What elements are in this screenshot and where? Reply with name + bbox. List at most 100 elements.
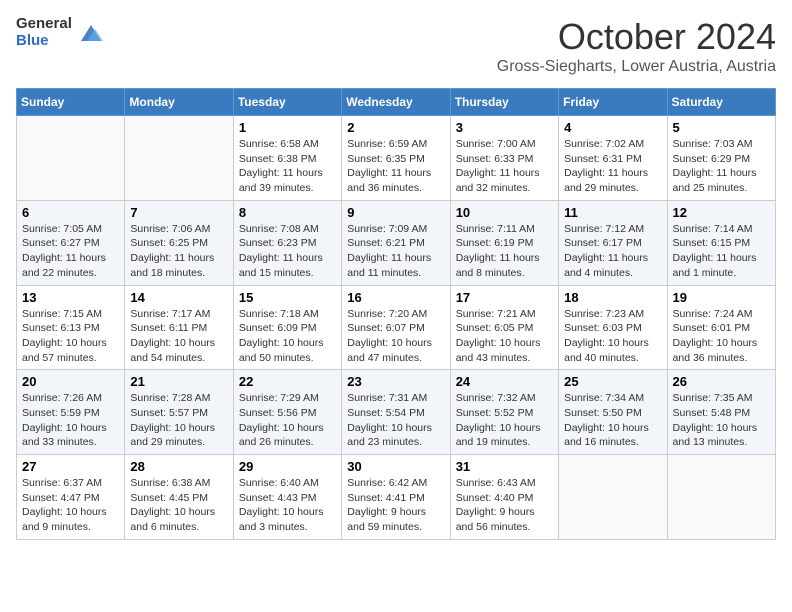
calendar-cell: 31 Sunrise: 6:43 AM Sunset: 4:40 PM Dayli… bbox=[450, 455, 558, 540]
day-info: Sunrise: 7:32 AM Sunset: 5:52 PM Dayligh… bbox=[456, 391, 553, 450]
day-info: Sunrise: 6:42 AM Sunset: 4:41 PM Dayligh… bbox=[347, 476, 444, 535]
calendar-cell: 21 Sunrise: 7:28 AM Sunset: 5:57 PM Dayli… bbox=[125, 370, 233, 455]
day-info: Sunrise: 6:38 AM Sunset: 4:45 PM Dayligh… bbox=[130, 476, 227, 535]
day-number: 27 bbox=[22, 459, 119, 474]
calendar-cell: 4 Sunrise: 7:02 AM Sunset: 6:31 PM Daylig… bbox=[559, 116, 667, 201]
weekday-header: Friday bbox=[559, 89, 667, 116]
calendar-week-row: 13 Sunrise: 7:15 AM Sunset: 6:13 PM Dayli… bbox=[17, 285, 776, 370]
day-number: 21 bbox=[130, 374, 227, 389]
weekday-header: Saturday bbox=[667, 89, 775, 116]
day-info: Sunrise: 7:17 AM Sunset: 6:11 PM Dayligh… bbox=[130, 307, 227, 366]
calendar-cell: 11 Sunrise: 7:12 AM Sunset: 6:17 PM Dayli… bbox=[559, 200, 667, 285]
calendar-cell: 8 Sunrise: 7:08 AM Sunset: 6:23 PM Daylig… bbox=[233, 200, 341, 285]
day-number: 14 bbox=[130, 290, 227, 305]
weekday-header: Thursday bbox=[450, 89, 558, 116]
calendar-cell: 7Sunrise: 7:06 AM Sunset: 6:25 PM Daylig… bbox=[125, 200, 233, 285]
day-info: Sunrise: 7:00 AM Sunset: 6:33 PM Dayligh… bbox=[456, 137, 553, 196]
calendar-week-row: 1 Sunrise: 6:58 AM Sunset: 6:38 PM Daylig… bbox=[17, 116, 776, 201]
weekday-header: Monday bbox=[125, 89, 233, 116]
day-info: Sunrise: 7:09 AM Sunset: 6:21 PM Dayligh… bbox=[347, 222, 444, 281]
calendar-cell bbox=[667, 455, 775, 540]
weekday-header: Wednesday bbox=[342, 89, 450, 116]
day-number: 16 bbox=[347, 290, 444, 305]
calendar-cell: 15Sunrise: 7:18 AM Sunset: 6:09 PM Dayli… bbox=[233, 285, 341, 370]
day-info: Sunrise: 6:58 AM Sunset: 6:38 PM Dayligh… bbox=[239, 137, 336, 196]
calendar-cell: 13 Sunrise: 7:15 AM Sunset: 6:13 PM Dayli… bbox=[17, 285, 125, 370]
day-info: Sunrise: 7:11 AM Sunset: 6:19 PM Dayligh… bbox=[456, 222, 553, 281]
day-number: 6 bbox=[22, 205, 119, 220]
day-number: 11 bbox=[564, 205, 661, 220]
day-number: 29 bbox=[239, 459, 336, 474]
day-number: 15 bbox=[239, 290, 336, 305]
day-number: 12 bbox=[673, 205, 770, 220]
day-number: 31 bbox=[456, 459, 553, 474]
day-info: Sunrise: 7:28 AM Sunset: 5:57 PM Dayligh… bbox=[130, 391, 227, 450]
calendar-cell: 17Sunrise: 7:21 AM Sunset: 6:05 PM Dayli… bbox=[450, 285, 558, 370]
day-info: Sunrise: 7:12 AM Sunset: 6:17 PM Dayligh… bbox=[564, 222, 661, 281]
calendar-cell bbox=[17, 116, 125, 201]
day-info: Sunrise: 7:34 AM Sunset: 5:50 PM Dayligh… bbox=[564, 391, 661, 450]
calendar-week-row: 6 Sunrise: 7:05 AM Sunset: 6:27 PM Daylig… bbox=[17, 200, 776, 285]
day-number: 23 bbox=[347, 374, 444, 389]
calendar-cell: 26 Sunrise: 7:35 AM Sunset: 5:48 PM Dayli… bbox=[667, 370, 775, 455]
day-number: 28 bbox=[130, 459, 227, 474]
calendar-table: SundayMondayTuesdayWednesdayThursdayFrid… bbox=[16, 88, 776, 540]
day-number: 4 bbox=[564, 120, 661, 135]
day-info: Sunrise: 6:40 AM Sunset: 4:43 PM Dayligh… bbox=[239, 476, 336, 535]
day-number: 13 bbox=[22, 290, 119, 305]
day-info: Sunrise: 7:31 AM Sunset: 5:54 PM Dayligh… bbox=[347, 391, 444, 450]
calendar-week-row: 27Sunrise: 6:37 AM Sunset: 4:47 PM Dayli… bbox=[17, 455, 776, 540]
logo-general-text: General bbox=[16, 16, 72, 33]
day-info: Sunrise: 7:08 AM Sunset: 6:23 PM Dayligh… bbox=[239, 222, 336, 281]
day-info: Sunrise: 6:43 AM Sunset: 4:40 PM Dayligh… bbox=[456, 476, 553, 535]
month-title: October 2024 bbox=[497, 16, 776, 58]
calendar-cell: 24 Sunrise: 7:32 AM Sunset: 5:52 PM Dayli… bbox=[450, 370, 558, 455]
day-info: Sunrise: 7:26 AM Sunset: 5:59 PM Dayligh… bbox=[22, 391, 119, 450]
calendar-cell: 25 Sunrise: 7:34 AM Sunset: 5:50 PM Dayli… bbox=[559, 370, 667, 455]
location-title: Gross-Siegharts, Lower Austria, Austria bbox=[497, 58, 776, 76]
calendar-cell: 10 Sunrise: 7:11 AM Sunset: 6:19 PM Dayli… bbox=[450, 200, 558, 285]
day-number: 8 bbox=[239, 205, 336, 220]
calendar-cell: 16Sunrise: 7:20 AM Sunset: 6:07 PM Dayli… bbox=[342, 285, 450, 370]
day-number: 22 bbox=[239, 374, 336, 389]
calendar-cell bbox=[125, 116, 233, 201]
calendar-cell: 29 Sunrise: 6:40 AM Sunset: 4:43 PM Dayli… bbox=[233, 455, 341, 540]
day-info: Sunrise: 7:23 AM Sunset: 6:03 PM Dayligh… bbox=[564, 307, 661, 366]
calendar-cell bbox=[559, 455, 667, 540]
day-number: 9 bbox=[347, 205, 444, 220]
day-info: Sunrise: 7:35 AM Sunset: 5:48 PM Dayligh… bbox=[673, 391, 770, 450]
day-info: Sunrise: 7:29 AM Sunset: 5:56 PM Dayligh… bbox=[239, 391, 336, 450]
day-info: Sunrise: 7:05 AM Sunset: 6:27 PM Dayligh… bbox=[22, 222, 119, 281]
weekday-header: Tuesday bbox=[233, 89, 341, 116]
day-number: 19 bbox=[673, 290, 770, 305]
calendar-week-row: 20 Sunrise: 7:26 AM Sunset: 5:59 PM Dayli… bbox=[17, 370, 776, 455]
day-number: 10 bbox=[456, 205, 553, 220]
day-number: 5 bbox=[673, 120, 770, 135]
day-info: Sunrise: 6:59 AM Sunset: 6:35 PM Dayligh… bbox=[347, 137, 444, 196]
calendar-cell: 27Sunrise: 6:37 AM Sunset: 4:47 PM Dayli… bbox=[17, 455, 125, 540]
calendar-cell: 23 Sunrise: 7:31 AM Sunset: 5:54 PM Dayli… bbox=[342, 370, 450, 455]
day-number: 3 bbox=[456, 120, 553, 135]
calendar-cell: 3 Sunrise: 7:00 AM Sunset: 6:33 PM Daylig… bbox=[450, 116, 558, 201]
day-info: Sunrise: 7:14 AM Sunset: 6:15 PM Dayligh… bbox=[673, 222, 770, 281]
calendar-cell: 5 Sunrise: 7:03 AM Sunset: 6:29 PM Daylig… bbox=[667, 116, 775, 201]
page-header: General Blue October 2024 Gross-Sieghart… bbox=[16, 16, 776, 76]
calendar-cell: 18 Sunrise: 7:23 AM Sunset: 6:03 PM Dayli… bbox=[559, 285, 667, 370]
calendar-cell: 2Sunrise: 6:59 AM Sunset: 6:35 PM Daylig… bbox=[342, 116, 450, 201]
day-number: 18 bbox=[564, 290, 661, 305]
day-info: Sunrise: 7:24 AM Sunset: 6:01 PM Dayligh… bbox=[673, 307, 770, 366]
calendar-cell: 1 Sunrise: 6:58 AM Sunset: 6:38 PM Daylig… bbox=[233, 116, 341, 201]
calendar-cell: 28 Sunrise: 6:38 AM Sunset: 4:45 PM Dayli… bbox=[125, 455, 233, 540]
calendar-header-row: SundayMondayTuesdayWednesdayThursdayFrid… bbox=[17, 89, 776, 116]
day-info: Sunrise: 7:02 AM Sunset: 6:31 PM Dayligh… bbox=[564, 137, 661, 196]
logo: General Blue bbox=[16, 16, 105, 49]
calendar-cell: 6 Sunrise: 7:05 AM Sunset: 6:27 PM Daylig… bbox=[17, 200, 125, 285]
day-number: 20 bbox=[22, 374, 119, 389]
day-number: 25 bbox=[564, 374, 661, 389]
day-number: 26 bbox=[673, 374, 770, 389]
day-number: 24 bbox=[456, 374, 553, 389]
day-info: Sunrise: 7:03 AM Sunset: 6:29 PM Dayligh… bbox=[673, 137, 770, 196]
day-number: 1 bbox=[239, 120, 336, 135]
calendar-cell: 22 Sunrise: 7:29 AM Sunset: 5:56 PM Dayli… bbox=[233, 370, 341, 455]
day-info: Sunrise: 7:15 AM Sunset: 6:13 PM Dayligh… bbox=[22, 307, 119, 366]
